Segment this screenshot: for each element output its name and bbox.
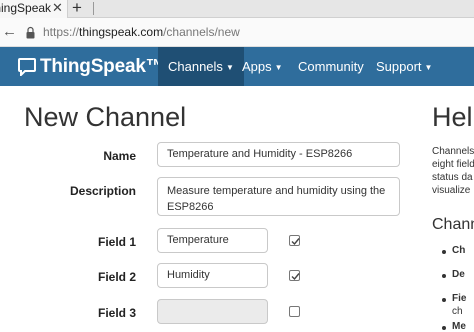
field-1-input[interactable]: Temperature: [157, 228, 268, 253]
help-bullet: Fie: [452, 293, 467, 304]
caret-down-icon: ▼: [274, 63, 283, 72]
help-title: Hel: [432, 102, 473, 132]
nav-community-label: Community: [298, 59, 364, 74]
help-bullet: Ch: [452, 245, 466, 256]
help-subtitle: Chann: [432, 216, 474, 233]
bullet-dot-icon: [442, 274, 446, 278]
back-arrow-icon[interactable]: ←: [2, 23, 17, 40]
nav-channels[interactable]: Channels ▼: [158, 47, 244, 86]
field-2-checkbox[interactable]: [289, 270, 300, 281]
description-textarea[interactable]: Measure temperature and humidity using t…: [157, 177, 400, 216]
speech-bubble-logo-icon: [18, 58, 36, 76]
help-bullet-continuation: ch: [452, 306, 463, 317]
help-bullet: De: [452, 269, 465, 280]
name-label: Name: [103, 149, 136, 163]
help-text-line: Channels: [432, 146, 474, 157]
brand-name: ThingSpeak™: [40, 56, 165, 77]
tab-divider: [93, 2, 94, 15]
tab-title: ThingSpeak: [0, 1, 52, 15]
help-text-line: status da: [432, 172, 473, 183]
field-2-label: Field 2: [97, 270, 136, 284]
bullet-dot-icon: [442, 298, 446, 302]
nav-channels-label: Channels: [168, 59, 223, 74]
browser-tab[interactable]: ThingSpeak ✕: [0, 0, 68, 18]
nav-apps[interactable]: Apps ▼: [232, 47, 293, 86]
help-text-line: eight field: [432, 159, 474, 170]
description-line-2: ESP8266: [167, 201, 214, 213]
help-bullet: Me: [452, 321, 466, 332]
page-title: New Channel: [24, 102, 187, 132]
url-input[interactable]: https://thingspeak.com/channels/new: [43, 25, 240, 39]
bullet-dot-icon: [442, 326, 446, 330]
checkmark-icon: [291, 273, 300, 281]
checkmark-icon: [291, 238, 300, 246]
url-host: thingspeak.com: [79, 25, 164, 39]
site-navbar: ThingSpeak™ Channels ▼ Apps ▼ Community Su…: [0, 47, 474, 86]
description-label: Description: [69, 184, 136, 198]
nav-support[interactable]: Support ▼: [366, 47, 442, 86]
help-text-line: visualize: [432, 185, 471, 196]
nav-community[interactable]: Community: [288, 47, 374, 86]
close-tab-icon[interactable]: ✕: [52, 0, 63, 16]
channel-name-input[interactable]: Temperature and Humidity - ESP8266: [157, 142, 400, 167]
url-scheme: https://: [43, 25, 80, 39]
new-tab-icon[interactable]: +: [72, 0, 82, 18]
address-bar: ← https://thingspeak.com/channels/new: [0, 18, 474, 47]
lock-icon: [26, 26, 35, 39]
caret-down-icon: ▼: [424, 63, 433, 72]
nav-support-label: Support: [376, 59, 422, 74]
description-line-1: Measure temperature and humidity using t…: [167, 185, 386, 197]
field-1-label: Field 1: [97, 235, 136, 249]
browser-tab-strip: ThingSpeak ✕ +: [0, 0, 474, 18]
url-path: /channels/new: [163, 25, 240, 39]
field-2-input[interactable]: Humidity: [157, 263, 268, 288]
nav-apps-label: Apps: [242, 59, 272, 74]
field-3-label: Field 3: [97, 306, 136, 320]
field-3-checkbox[interactable]: [289, 306, 300, 317]
field-1-checkbox[interactable]: [289, 235, 300, 246]
field-3-input[interactable]: [157, 299, 268, 324]
bullet-dot-icon: [442, 250, 446, 254]
